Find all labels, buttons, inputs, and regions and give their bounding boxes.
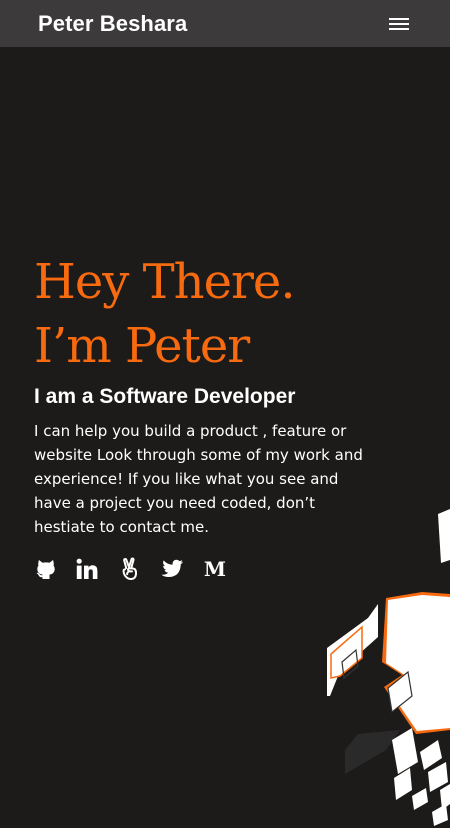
hamburger-menu-icon[interactable] (384, 13, 414, 35)
brand-link[interactable]: Peter Beshara (38, 10, 187, 38)
art-pixel-5 (412, 788, 428, 810)
hero-heading-line-2: I’m Peter (34, 318, 250, 374)
menu-bar-top (389, 18, 409, 20)
art-pixel-3 (420, 740, 442, 770)
medium-link[interactable]: M (203, 557, 227, 581)
art-pixel-2 (394, 768, 412, 800)
art-shape-shadow (345, 730, 400, 774)
decorative-geometric-art (327, 509, 450, 826)
twitter-icon (161, 559, 183, 578)
angellist-icon (122, 557, 138, 581)
github-icon (36, 560, 55, 579)
hero-subtitle: I am a Software Developer (34, 385, 296, 408)
navbar: Peter Beshara (0, 0, 450, 47)
art-shape-main (386, 595, 450, 731)
hero-heading-line-1: Hey There. (34, 254, 296, 310)
medium-icon: M (203, 557, 227, 581)
art-shape-top (438, 509, 450, 563)
linkedin-icon (76, 558, 98, 579)
menu-bar-bottom (389, 28, 409, 30)
art-pixel-7 (432, 804, 448, 826)
hero-heading: Hey There. I’m Peter (34, 250, 296, 378)
menu-bar-middle (389, 23, 409, 25)
linkedin-link[interactable] (75, 557, 99, 581)
twitter-link[interactable] (160, 557, 184, 581)
angellist-link[interactable] (118, 557, 142, 581)
github-link[interactable] (34, 557, 58, 581)
